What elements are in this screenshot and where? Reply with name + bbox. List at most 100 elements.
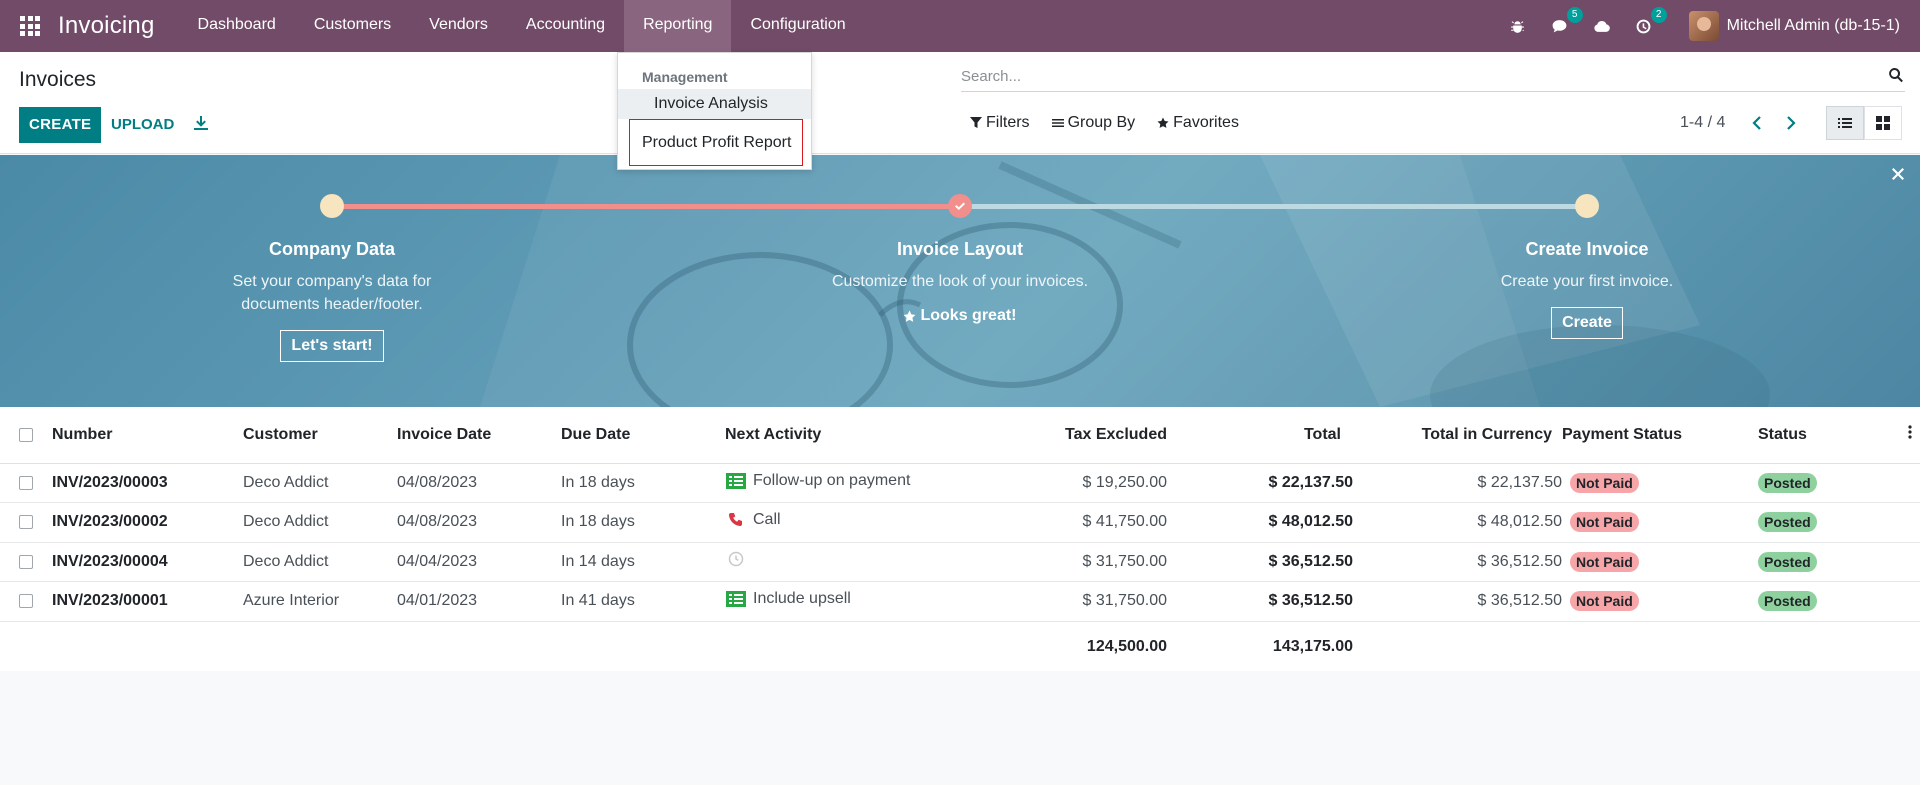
activities-badge: 2 [1650,7,1667,23]
cell-invoice-date: 04/01/2023 [397,592,478,610]
pager-value[interactable]: 1-4 / 4 [1680,114,1725,132]
column-tax-excluded[interactable]: Tax Excluded [975,407,1167,463]
cell-total: $ 36,512.50 [1268,552,1353,570]
column-total-in-currency[interactable]: Total in Currency [1353,407,1562,463]
column-next-activity[interactable]: Next Activity [725,407,975,463]
column-payment-status[interactable]: Payment Status [1562,407,1758,463]
column-number[interactable]: Number [52,407,243,463]
kanban-view-button[interactable] [1864,106,1902,140]
upload-button[interactable]: UPLOAD [111,107,174,143]
column-due-date[interactable]: Due Date [561,407,725,463]
column-invoice-date[interactable]: Invoice Date [397,407,561,463]
cell-tax-excluded: $ 31,750.00 [1082,552,1167,570]
menu-configuration[interactable]: Configuration [731,0,864,52]
cell-total-in-currency: $ 36,512.50 [1477,592,1562,610]
group-by-button[interactable]: Group By [1051,114,1135,132]
column-settings-button[interactable] [1900,407,1920,463]
cell-next-activity [725,542,975,582]
step-invoice-layout: Invoice Layout Customize the look of you… [760,239,1160,325]
looks-great-status: Looks great! [760,307,1160,325]
list-view-button[interactable] [1826,106,1864,140]
table-row[interactable]: INV/2023/00003 Deco Addict 04/08/2023 In… [0,463,1920,503]
lets-start-button[interactable]: Let's start! [280,330,384,362]
select-all-checkbox[interactable] [19,427,33,442]
cell-invoice-date: 04/08/2023 [397,513,478,531]
row-checkbox[interactable] [19,475,33,490]
create-invoice-button[interactable]: Create [1551,307,1623,339]
menu-customers[interactable]: Customers [295,0,410,52]
cell-invoice-date: 04/04/2023 [397,552,478,570]
search-icon[interactable] [1888,67,1905,84]
menu-dashboard[interactable]: Dashboard [179,0,295,52]
favorites-button[interactable]: Favorites [1157,114,1239,132]
messages-icon[interactable]: 5 [1549,7,1583,37]
progress-line-pending [960,204,1587,209]
status-badge: Posted [1758,512,1817,533]
close-icon[interactable] [1892,167,1906,181]
row-checkbox[interactable] [19,554,33,569]
row-checkbox[interactable] [19,594,33,609]
cell-due-date: In 41 days [561,592,635,610]
activity-button[interactable]: Include upsell [725,590,851,608]
search-input[interactable] [961,62,1861,90]
cell-number: INV/2023/00003 [52,473,168,491]
step-create-invoice: Create Invoice Create your first invoice… [1387,239,1787,339]
cell-customer: Deco Addict [243,513,329,531]
cell-total-in-currency: $ 48,012.50 [1477,513,1562,531]
star-icon [904,310,916,322]
apps-menu-icon[interactable] [20,16,40,36]
row-checkbox[interactable] [19,515,33,530]
payment-status-badge: Not Paid [1570,472,1639,493]
cell-due-date: In 18 days [561,473,635,491]
menu-accounting[interactable]: Accounting [507,0,624,52]
todo-list-icon [725,591,747,608]
page-title: Invoices [19,68,97,91]
download-icon[interactable] [193,115,211,133]
column-total[interactable]: Total [1167,407,1353,463]
column-customer[interactable]: Customer [243,407,397,463]
menu-item-product-profit-report[interactable]: Product Profit Report [629,119,803,166]
cell-tax-excluded: $ 19,250.00 [1082,473,1167,491]
cell-next-activity: Call [725,503,975,543]
user-menu[interactable]: Mitchell Admin (db-15-1) [1688,11,1900,41]
cell-total: $ 36,512.50 [1268,592,1353,610]
create-button[interactable]: CREATE [19,107,102,143]
cell-number: INV/2023/00004 [52,552,168,570]
cell-number: INV/2023/00001 [52,592,168,610]
column-status[interactable]: Status [1758,407,1900,463]
activity-label: Follow-up on payment [753,471,911,489]
activities-clock-icon[interactable]: 2 [1633,7,1667,37]
menu-reporting[interactable]: Reporting [624,0,732,52]
pager-next-button[interactable] [1782,112,1800,134]
cell-total: $ 22,137.50 [1268,473,1353,491]
filters-button[interactable]: Filters [970,114,1030,132]
activity-button[interactable]: Call [725,511,781,529]
menu-vendors[interactable]: Vendors [410,0,507,52]
cell-tax-excluded: $ 31,750.00 [1082,592,1167,610]
cloud-icon[interactable] [1591,15,1613,37]
cell-next-activity: Follow-up on payment [725,463,975,503]
menu-item-invoice-analysis[interactable]: Invoice Analysis [618,89,811,119]
app-brand[interactable]: Invoicing [58,12,155,40]
table-totals-row: 124,500.00 143,175.00 [0,621,1920,673]
cell-total-in-currency: $ 22,137.50 [1477,473,1562,491]
activity-button[interactable]: Follow-up on payment [725,472,910,490]
table-header-row: Number Customer Invoice Date Due Date Ne… [0,407,1920,463]
pager-previous-button[interactable] [1748,112,1766,134]
activity-button[interactable] [725,551,753,567]
dropdown-section-management: Management [642,69,728,85]
table-row[interactable]: INV/2023/00001 Azure Interior 04/01/2023… [0,582,1920,621]
debug-bug-icon[interactable] [1507,15,1529,37]
step-dot-create-invoice [1575,194,1599,218]
cell-tax-excluded: $ 41,750.00 [1082,513,1167,531]
payment-status-badge: Not Paid [1570,591,1639,612]
table-row[interactable]: INV/2023/00002 Deco Addict 04/08/2023 In… [0,503,1920,543]
total-tax-excluded: 124,500.00 [1086,638,1167,656]
progress-line-completed [332,204,960,209]
cell-customer: Deco Addict [243,473,329,491]
search-options: Filters Group By Favorites [970,114,1239,132]
vertical-ellipsis-icon [1908,425,1912,439]
table-row[interactable]: INV/2023/00004 Deco Addict 04/04/2023 In… [0,542,1920,582]
step-description: Create your first invoice. [1500,273,1674,290]
cell-total: $ 48,012.50 [1268,513,1353,531]
